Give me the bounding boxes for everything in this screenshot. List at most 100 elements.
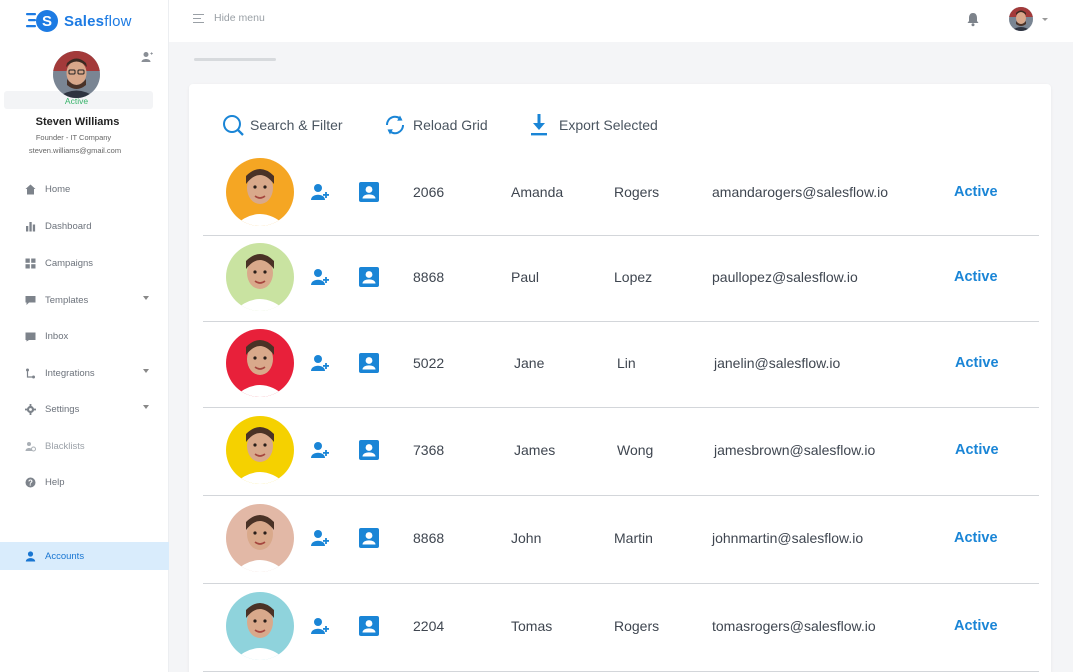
user-email: steven.williams@gmail.com [28, 146, 122, 155]
nav-item-accounts[interactable]: Accounts [0, 542, 169, 570]
contact-card-icon[interactable] [359, 616, 379, 636]
contact-card-icon[interactable] [359, 528, 379, 548]
search-filter-button[interactable]: Search & Filter [222, 114, 343, 136]
integrations-icon [24, 367, 36, 379]
user-avatar[interactable] [1009, 7, 1033, 31]
add-user-icon[interactable] [311, 354, 329, 372]
contact-card-icon[interactable] [359, 440, 379, 460]
sidebar: S Salesflow Active Steven Williams Found… [0, 0, 169, 672]
page-tab-indicator [194, 58, 276, 61]
account-avatar[interactable] [226, 592, 294, 660]
nav-label: Help [45, 476, 65, 488]
account-status[interactable]: Active [954, 269, 998, 285]
add-user-icon[interactable] [311, 441, 329, 459]
brand-name: Salesflow [64, 12, 132, 30]
chat-icon [24, 294, 36, 306]
account-id: 2204 [413, 618, 445, 634]
reload-grid-button[interactable]: Reload Grid [383, 114, 488, 136]
last-name: Rogers [614, 184, 660, 200]
account-email[interactable]: janelin@salesflow.io [714, 355, 840, 371]
add-user-icon[interactable] [311, 617, 329, 635]
first-name: Jane [514, 355, 545, 371]
add-user-icon[interactable] [311, 268, 329, 286]
last-name: Martin [614, 530, 653, 546]
nav-item-templates[interactable]: Templates [0, 286, 169, 314]
account-status[interactable]: Active [954, 530, 998, 546]
hide-menu-button[interactable]: Hide menu [193, 12, 265, 24]
table-row[interactable]: 7368 James Wong jamesbrown@salesflow.io Acti… [203, 408, 1039, 496]
first-name: Tomas [511, 618, 553, 634]
table-row[interactable]: 8868 Paul Lopez paullopez@salesflow.io Activ… [203, 236, 1039, 322]
contact-card-icon[interactable] [359, 182, 379, 202]
logo[interactable]: S Salesflow [26, 9, 132, 33]
account-email[interactable]: johnmartin@salesflow.io [712, 530, 863, 546]
account-email[interactable]: tomasrogers@salesflow.io [712, 618, 876, 634]
menu-icon [193, 13, 204, 23]
download-icon [531, 114, 547, 136]
last-name: Wong [617, 442, 654, 458]
account-status[interactable]: Active [954, 184, 998, 200]
account-avatar[interactable] [226, 243, 294, 311]
contact-card-icon[interactable] [359, 353, 379, 373]
nav-item-inbox[interactable]: Inbox [0, 322, 169, 350]
table-row[interactable]: 2066 Amanda Rogers amandarogers@salesflow.i… [203, 152, 1039, 236]
profile-avatar[interactable] [53, 51, 100, 98]
gear-icon [24, 403, 36, 415]
nav-label: Home [45, 183, 71, 195]
nav-label: Templates [45, 294, 89, 306]
chevron-down-icon [143, 369, 149, 373]
nav-item-settings[interactable]: Settings [0, 395, 169, 423]
account-status[interactable]: Active [954, 618, 998, 634]
nav-item-blacklists[interactable]: Blacklists [0, 432, 169, 460]
account-email[interactable]: paullopez@salesflow.io [712, 269, 858, 285]
chevron-down-icon [143, 405, 149, 409]
nav-item-integrations[interactable]: Integrations [0, 359, 169, 387]
account-status[interactable]: Active [955, 355, 999, 371]
user-role: Founder - IT Company [35, 133, 112, 142]
topbar: Hide menu [169, 0, 1073, 42]
blacklist-icon [24, 440, 36, 452]
export-selected-label: Export Selected [559, 117, 658, 133]
bell-icon[interactable] [966, 12, 980, 27]
last-name: Rogers [614, 618, 660, 634]
nav-item-campaigns[interactable]: Campaigns [0, 249, 169, 277]
add-user-icon[interactable] [311, 529, 329, 547]
chevron-down-icon[interactable] [1042, 18, 1048, 21]
account-id: 8868 [413, 269, 445, 285]
reload-icon [385, 115, 405, 135]
add-user-icon[interactable] [311, 183, 329, 201]
inbox-icon [24, 330, 36, 342]
nav-label: Integrations [45, 367, 95, 379]
nav-item-home[interactable]: Home [0, 175, 169, 203]
first-name: John [511, 530, 542, 546]
reload-grid-label: Reload Grid [413, 117, 488, 133]
account-id: 2066 [413, 184, 445, 200]
nav-item-help[interactable]: ? Help [0, 468, 169, 496]
user-status: Active [64, 96, 89, 106]
account-status[interactable]: Active [955, 442, 999, 458]
account-id: 7368 [413, 442, 445, 458]
account-avatar[interactable] [226, 329, 294, 397]
search-filter-label: Search & Filter [250, 117, 343, 133]
switch-user-icon[interactable] [141, 51, 153, 63]
first-name: Paul [511, 269, 540, 285]
contact-card-icon[interactable] [359, 267, 379, 287]
export-selected-button[interactable]: Export Selected [529, 114, 658, 136]
table-row[interactable]: 2204 Tomas Rogers tomasrogers@salesflow.io A… [203, 584, 1039, 672]
home-icon [24, 183, 36, 195]
account-id: 5022 [413, 355, 445, 371]
last-name: Lin [617, 355, 636, 371]
account-email[interactable]: amandarogers@salesflow.io [712, 184, 888, 200]
account-avatar[interactable] [226, 504, 294, 572]
first-name: James [514, 442, 556, 458]
table-row[interactable]: 8868 John Martin johnmartin@salesflow.io Act… [203, 496, 1039, 584]
nav-label: Blacklists [45, 440, 85, 452]
nav-item-dashboard[interactable]: Dashboard [0, 212, 169, 240]
nav-label: Dashboard [45, 220, 92, 232]
account-avatar[interactable] [226, 158, 294, 226]
user-icon [24, 550, 36, 562]
last-name: Lopez [614, 269, 653, 285]
account-email[interactable]: jamesbrown@salesflow.io [714, 442, 875, 458]
table-row[interactable]: 5022 Jane Lin janelin@salesflow.io Active [203, 322, 1039, 408]
account-avatar[interactable] [226, 416, 294, 484]
